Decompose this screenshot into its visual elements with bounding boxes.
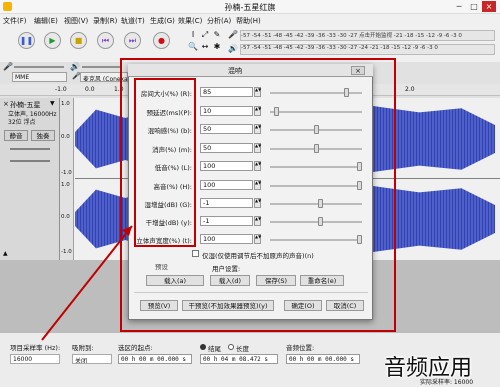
- pause-button[interactable]: ❚❚: [18, 32, 35, 49]
- snap-to-label: 吸附到:: [72, 344, 94, 352]
- playback-meter[interactable]: -57 -54 -51 -48 -45 -42 -39 -36 -33 -30 …: [240, 44, 495, 55]
- menu-generate[interactable]: 生成(G): [150, 16, 175, 26]
- selection-start-label: 选区的起点:: [118, 344, 153, 352]
- menu-effect[interactable]: 效果(C): [178, 16, 202, 26]
- play-button[interactable]: ▶: [44, 32, 61, 49]
- skip-start-button[interactable]: ⏮: [97, 32, 114, 49]
- zoom-tool-icon[interactable]: 🔍: [188, 42, 198, 52]
- project-rate-select[interactable]: 16000: [10, 354, 60, 364]
- draw-tool-icon[interactable]: ✎: [212, 30, 222, 40]
- skip-end-button[interactable]: ⏭: [124, 32, 141, 49]
- length-radio[interactable]: [228, 344, 234, 350]
- selection-end-field[interactable]: 00 h 04 m 08.472 s: [200, 354, 278, 364]
- snap-to-select[interactable]: 关闭: [72, 354, 112, 364]
- menu-tracks[interactable]: 轨道(T): [121, 16, 145, 26]
- audio-position-label: 音频位置:: [286, 344, 315, 352]
- record-meter[interactable]: -57 -54 -51 -48 -45 -42 -39 -36 -33 -30 …: [240, 30, 495, 41]
- app-icon: [3, 2, 12, 11]
- minimize-icon[interactable]: ─: [452, 1, 466, 12]
- menu-record[interactable]: 录制(R): [93, 16, 117, 26]
- end-radio[interactable]: [200, 344, 206, 350]
- end-radio-label: 结尾: [208, 345, 221, 353]
- meter-speaker-icon: 🔊: [228, 44, 238, 53]
- maximize-icon[interactable]: □: [467, 1, 481, 12]
- length-radio-label: 长度: [236, 345, 249, 353]
- menu-help[interactable]: 帮助(H): [236, 16, 261, 26]
- stop-button[interactable]: ■: [70, 32, 87, 49]
- multi-tool-icon[interactable]: ✱: [212, 42, 222, 52]
- select-tool-icon[interactable]: I: [188, 30, 198, 40]
- project-rate-label: 项目采样率 (Hz):: [10, 344, 61, 352]
- menu-edit[interactable]: 编辑(E): [34, 16, 58, 26]
- selection-start-field[interactable]: 00 h 00 m 00.000 s: [118, 354, 192, 364]
- envelope-tool-icon[interactable]: ⤢: [200, 30, 210, 40]
- watermark-logo: 音频应用: [384, 356, 473, 381]
- audio-position-field[interactable]: 00 h 00 m 00.000 s: [286, 354, 360, 364]
- menu-analyze[interactable]: 分析(A): [207, 16, 231, 26]
- menu-view[interactable]: 视图(V): [64, 16, 88, 26]
- meter-mic-icon: 🎤: [228, 30, 238, 39]
- highlight-params-box: [134, 78, 196, 247]
- record-button[interactable]: ●: [153, 32, 170, 49]
- timeshift-tool-icon[interactable]: ↔: [200, 42, 210, 52]
- menu-file[interactable]: 文件(F): [3, 16, 27, 26]
- window-title: 孙楠-五星红旗: [224, 3, 276, 12]
- close-icon[interactable]: ×: [482, 1, 496, 12]
